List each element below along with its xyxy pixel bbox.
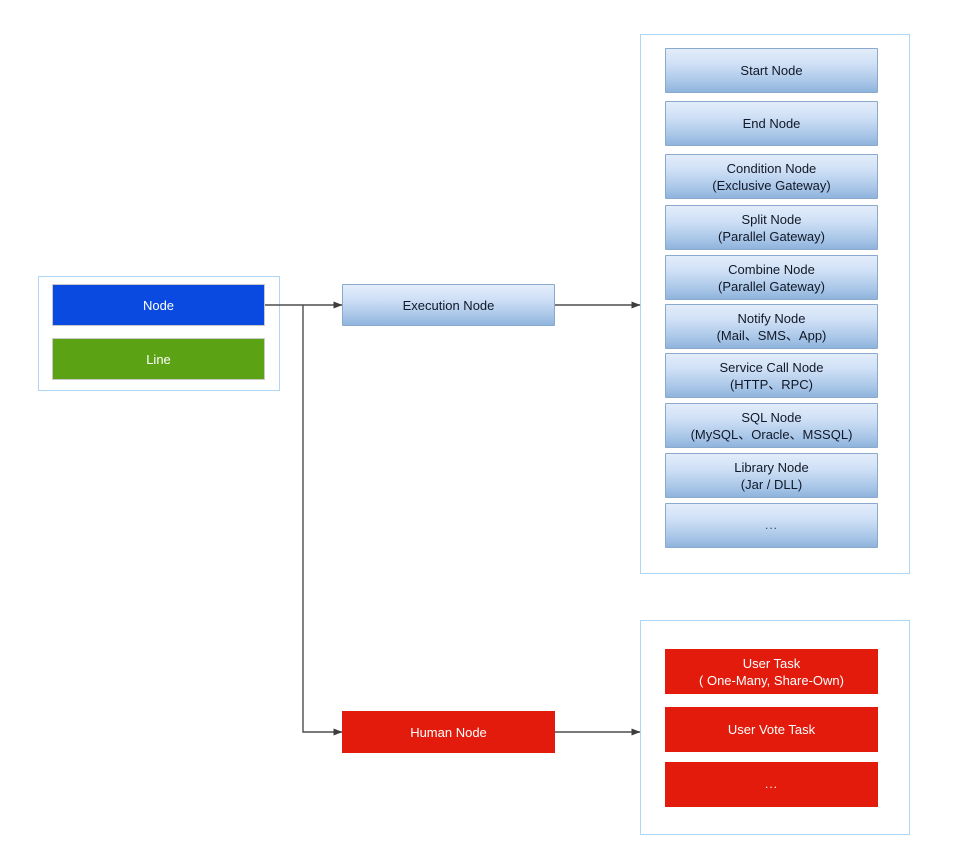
execution-node-notify[interactable]: Notify Node (Mail、SMS、App) <box>665 304 878 349</box>
execution-node-condition-label: Condition Node (Exclusive Gateway) <box>712 160 831 193</box>
human-node-user-task[interactable]: User Task ( One-Many, Share-Own) <box>665 649 878 694</box>
execution-node-end[interactable]: End Node <box>665 101 878 146</box>
execution-node-split[interactable]: Split Node (Parallel Gateway) <box>665 205 878 250</box>
legend-item-line-label: Line <box>146 351 171 367</box>
human-node-user-vote-task[interactable]: User Vote Task <box>665 707 878 752</box>
branch-execution-node-label: Execution Node <box>402 297 495 313</box>
execution-node-combine[interactable]: Combine Node (Parallel Gateway) <box>665 255 878 300</box>
execution-node-service-call[interactable]: Service Call Node (HTTP、RPC) <box>665 353 878 398</box>
human-node-more[interactable]: ... <box>665 762 878 807</box>
human-node-user-vote-task-label: User Vote Task <box>727 722 816 737</box>
diagram-canvas: Node Line Execution Node Human Node Star… <box>0 0 970 857</box>
execution-node-library[interactable]: Library Node (Jar / DLL) <box>665 453 878 498</box>
execution-node-sql[interactable]: SQL Node (MySQL、Oracle、MSSQL) <box>665 403 878 448</box>
connector-node-to-human <box>302 305 343 736</box>
execution-node-more[interactable]: ... <box>665 503 878 548</box>
execution-node-sql-label: SQL Node (MySQL、Oracle、MSSQL) <box>690 409 853 442</box>
execution-node-end-label: End Node <box>742 116 801 131</box>
execution-node-split-label: Split Node (Parallel Gateway) <box>718 211 825 244</box>
branch-human-node-label: Human Node <box>410 724 487 740</box>
legend-item-node-label: Node <box>142 297 175 313</box>
execution-node-combine-label: Combine Node (Parallel Gateway) <box>718 261 825 294</box>
execution-node-more-label: ... <box>764 518 778 532</box>
branch-human-node[interactable]: Human Node <box>342 711 555 753</box>
human-node-user-task-label: User Task ( One-Many, Share-Own) <box>699 655 844 688</box>
execution-node-library-label: Library Node (Jar / DLL) <box>734 459 809 492</box>
execution-node-service-call-label: Service Call Node (HTTP、RPC) <box>719 359 824 392</box>
branch-execution-node[interactable]: Execution Node <box>342 284 555 326</box>
execution-node-start-label: Start Node <box>740 63 803 78</box>
human-node-more-label: ... <box>764 777 778 791</box>
execution-node-start[interactable]: Start Node <box>665 48 878 93</box>
execution-node-condition[interactable]: Condition Node (Exclusive Gateway) <box>665 154 878 199</box>
execution-node-notify-label: Notify Node (Mail、SMS、App) <box>716 310 827 343</box>
legend-item-node[interactable]: Node <box>52 284 265 326</box>
legend-item-line[interactable]: Line <box>52 338 265 380</box>
